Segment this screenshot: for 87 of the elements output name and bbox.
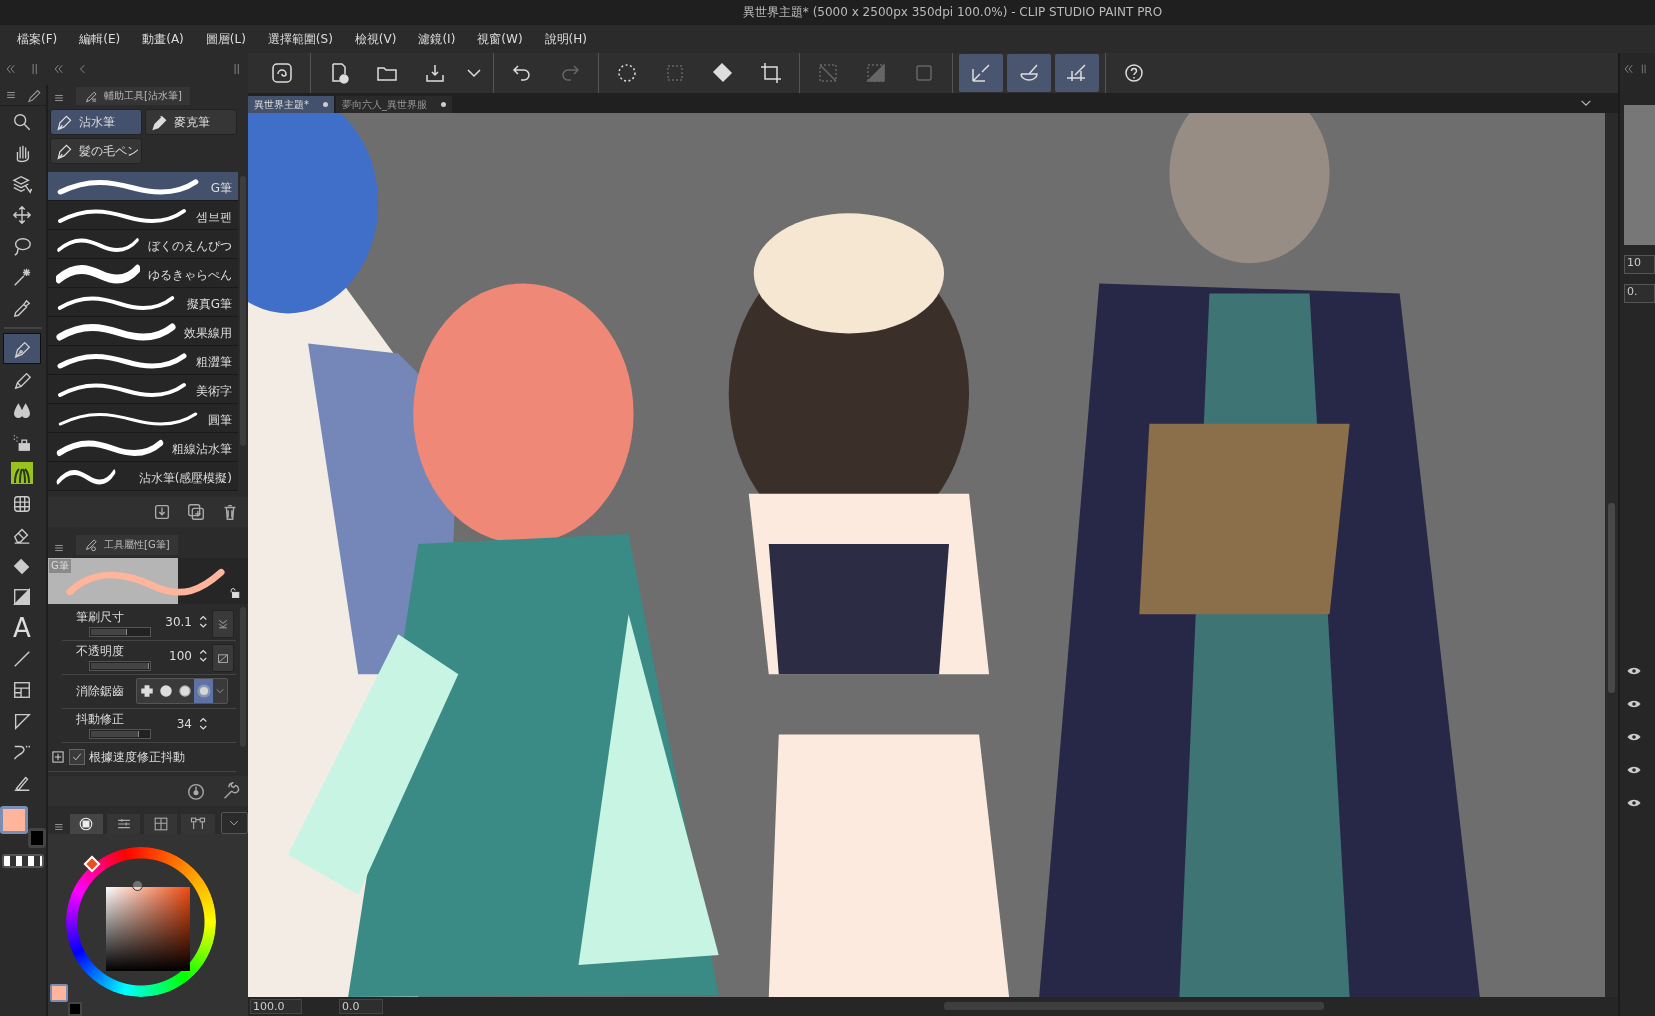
search-icon xyxy=(12,111,32,132)
lasso-icon xyxy=(12,235,32,256)
slider-track[interactable] xyxy=(89,729,151,739)
expand-icon[interactable] xyxy=(51,750,65,764)
panel-tab[interactable] xyxy=(106,814,141,834)
timer-icon[interactable] xyxy=(186,781,206,801)
slash-box-icon xyxy=(216,651,230,665)
gradient-icon xyxy=(12,586,32,607)
tool-button[interactable] xyxy=(3,333,41,364)
tool-button[interactable]: A xyxy=(3,612,41,643)
ruler-pen-icon xyxy=(969,61,993,85)
grid-icon xyxy=(12,493,32,514)
nodes-icon xyxy=(190,816,206,832)
menu-item[interactable]: 視窗(W) xyxy=(466,30,534,48)
panel-title: 工具屬性[G筆] xyxy=(104,538,170,552)
help-icon xyxy=(1122,61,1146,85)
pen-gear-icon xyxy=(84,538,98,552)
checkbox-label: 根據速度修正抖動 xyxy=(89,748,185,766)
number-field[interactable]: 10 xyxy=(1624,255,1655,274)
import-icon[interactable] xyxy=(152,502,172,522)
half-square-icon xyxy=(864,61,888,85)
scrollbar-thumb[interactable] xyxy=(1608,503,1615,693)
angle-field[interactable]: 0.0 xyxy=(339,999,383,1014)
menu-item[interactable]: 圖層(L) xyxy=(194,30,257,48)
checkbox[interactable] xyxy=(69,749,85,765)
eyedropper-icon xyxy=(12,297,32,318)
subtool-group-tab[interactable]: 髮の毛ペン xyxy=(50,138,142,164)
palette-grid-icon xyxy=(152,816,169,832)
window-title: 異世界主題* (5000 x 2500px 350dpi 100.0%) - CLIP STUDIO PAINT PRO xyxy=(742,4,1163,21)
logo-icon xyxy=(270,61,294,85)
collapse-icon[interactable] xyxy=(4,62,18,76)
collapse-icon[interactable] xyxy=(1622,62,1636,76)
brush-name: G筆 xyxy=(49,559,71,573)
pressure-button[interactable] xyxy=(212,644,234,672)
brush-item[interactable]: G筆 xyxy=(48,172,238,201)
sub-color-swatch[interactable] xyxy=(68,1002,82,1016)
frame-icon xyxy=(12,679,32,700)
slider-track[interactable] xyxy=(89,627,151,637)
menu-item[interactable]: 選擇範圍(S) xyxy=(256,30,344,48)
pen-nib-icon xyxy=(55,113,73,131)
property-label: 筆刷尺寸 xyxy=(76,609,124,626)
panel-tab[interactable] xyxy=(69,814,103,834)
marker-icon xyxy=(150,113,168,131)
sub-color-swatch[interactable] xyxy=(28,828,46,848)
menu-item[interactable]: 編輯(E) xyxy=(68,30,132,48)
main-color-swatch[interactable] xyxy=(0,806,28,834)
transparent-color-swatch[interactable] xyxy=(2,854,44,868)
main-color-swatch[interactable] xyxy=(50,984,68,1002)
duplicate-icon[interactable] xyxy=(186,502,206,522)
magic-wand-icon xyxy=(12,266,32,287)
color-picker-handle[interactable] xyxy=(132,880,143,891)
menu-item[interactable]: 濾鏡(I) xyxy=(407,30,467,48)
document-tab[interactable]: 夢向六人_異世界服 xyxy=(336,96,452,113)
menu-item[interactable]: 檔案(F) xyxy=(6,30,69,48)
layers-icon xyxy=(12,173,32,194)
lock-icon[interactable] xyxy=(228,586,242,600)
panel-title: 輔助工具[沾水筆] xyxy=(104,89,182,103)
pen-icon[interactable] xyxy=(26,87,42,103)
pen-nib-icon xyxy=(55,142,73,160)
grass-icon xyxy=(11,461,33,484)
subtool-group-tab[interactable]: 沾水筆 xyxy=(50,109,142,135)
scrollbar-thumb[interactable] xyxy=(944,1002,1324,1010)
menu-item[interactable]: 動畫(A) xyxy=(131,30,195,48)
zoom-field[interactable]: 100.0 xyxy=(250,999,302,1014)
color-wheel-icon xyxy=(78,816,95,832)
property-value: 30.1 xyxy=(165,615,192,629)
document-tab[interactable]: 異世界主題* xyxy=(248,96,334,113)
dashed-slash-icon xyxy=(816,61,840,85)
move-icon xyxy=(12,204,32,225)
menu-item[interactable]: 檢視(V) xyxy=(343,30,408,48)
dashed-circle-icon xyxy=(615,61,639,85)
double-chevron-icon xyxy=(216,617,230,631)
pressure-button[interactable] xyxy=(212,610,234,638)
crop-icon xyxy=(759,61,783,85)
property-label: 抖動修正 xyxy=(76,711,124,728)
pen-icon xyxy=(84,89,98,103)
property-label: 消除鋸齒 xyxy=(76,683,124,700)
subtool-group-tab[interactable]: 麥克筆 xyxy=(145,109,237,135)
check-icon xyxy=(71,751,83,763)
property-label: 不透明度 xyxy=(76,643,124,660)
number-field[interactable]: 0. xyxy=(1624,284,1655,303)
color-square[interactable] xyxy=(106,887,190,971)
antialias-selector[interactable] xyxy=(136,678,228,704)
collapse-icon[interactable] xyxy=(52,62,66,76)
property-value: 34 xyxy=(176,717,192,731)
menu-item[interactable]: 說明(H) xyxy=(533,30,598,48)
property-value: 100 xyxy=(169,649,192,663)
